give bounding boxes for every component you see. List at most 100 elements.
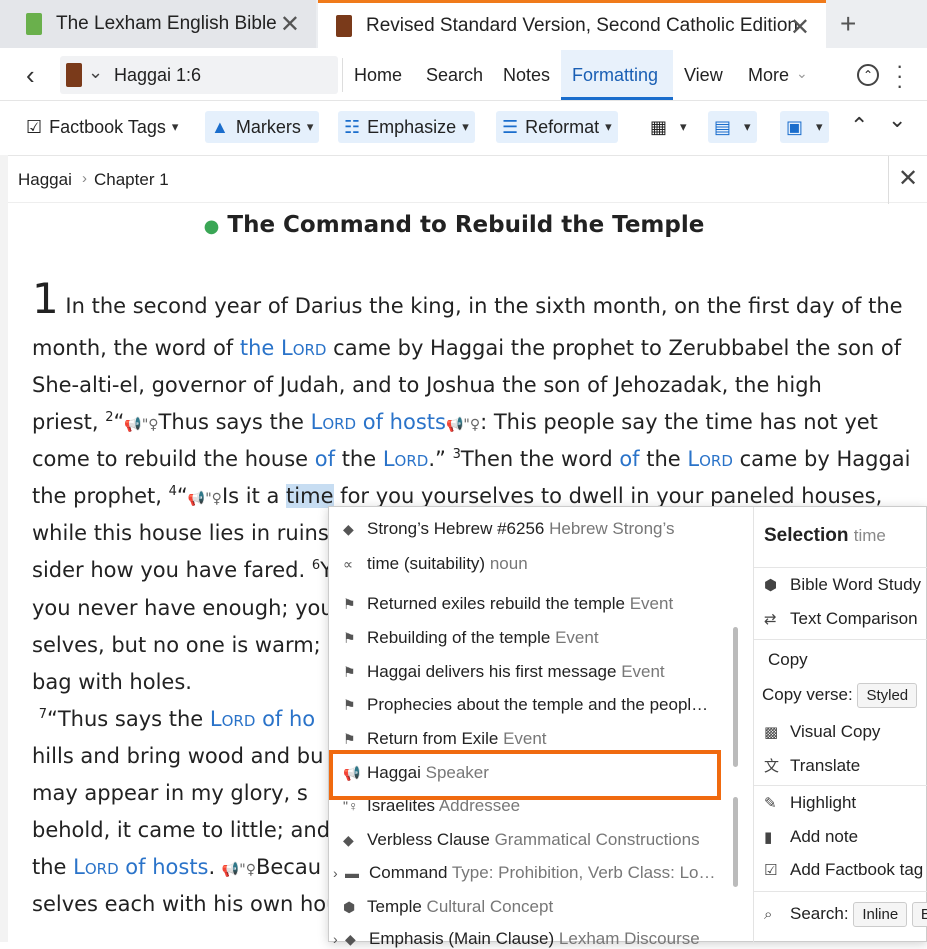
- chevron-right-icon[interactable]: ›: [333, 931, 345, 947]
- chevron-up-icon[interactable]: ⌃: [850, 113, 868, 139]
- translate-button[interactable]: 文 Translate: [764, 755, 860, 776]
- tab-label: Revised Standard Version, Second Catholi…: [366, 14, 798, 36]
- visual-copy-button[interactable]: ▩ Visual Copy: [764, 722, 880, 742]
- tab-lexham[interactable]: The Lexham English Bible ✕: [0, 0, 316, 48]
- factbook-tags-label: Factbook Tags: [49, 116, 166, 137]
- kebab-menu-icon[interactable]: · · ·: [896, 55, 903, 97]
- flag-icon: ⚑: [343, 731, 356, 747]
- chevron-down-icon: ▾: [680, 119, 687, 134]
- popup-item-event[interactable]: ⚑ Haggai delivers his first message Event: [343, 662, 665, 682]
- bookmark-button[interactable]: ▤ ▾: [708, 111, 757, 143]
- menu-formatting[interactable]: Formatting: [561, 50, 673, 100]
- reference-box[interactable]: ⌄ Haggai 1:6: [60, 56, 338, 94]
- section-title: ● The Command to Rebuild the Temple: [22, 212, 886, 238]
- flag-icon: ⚑: [343, 697, 356, 713]
- close-icon[interactable]: ✕: [888, 156, 927, 204]
- book-icon: [26, 13, 42, 35]
- selected-word[interactable]: time: [286, 484, 334, 508]
- text-comparison-button[interactable]: ⇄ Text Comparison: [764, 609, 918, 629]
- add-note-button[interactable]: ▮ Add note: [764, 827, 858, 847]
- document-button[interactable]: ▣ ▾: [780, 111, 829, 143]
- lightbulb-icon: ●: [203, 216, 220, 237]
- chevron-right-icon[interactable]: ›: [333, 865, 345, 881]
- bookmark-icon: ▤: [714, 116, 732, 137]
- bible-word-study-button[interactable]: ⬢ Bible Word Study: [764, 575, 921, 595]
- verse-line: hills and bring wood and bu: [32, 744, 324, 768]
- b-button[interactable]: B: [911, 902, 927, 927]
- styled-button[interactable]: Styled: [857, 683, 918, 708]
- shield-icon: ⬢: [764, 577, 778, 594]
- reformat-button[interactable]: ☰ Reformat ▾: [496, 111, 618, 143]
- chevron-down-icon: ▾: [605, 119, 612, 134]
- popup-item-command[interactable]: › ▬ Command Type: Prohibition, Verb Class:…: [333, 863, 715, 883]
- tab-label: The Lexham English Bible: [56, 13, 277, 34]
- shield-icon: ⬢: [343, 899, 356, 915]
- markers-button[interactable]: ▲ Markers ▾: [205, 111, 320, 143]
- diamond-icon: ◆: [343, 521, 354, 537]
- scrollbar[interactable]: [733, 627, 738, 767]
- popup-item-list: ◆ Strong’s Hebrew #6256 Hebrew Strong’s ∝…: [329, 507, 749, 948]
- scrollbar[interactable]: [733, 797, 738, 887]
- calendar-button[interactable]: ▦ ▾: [644, 111, 693, 143]
- menu-notes[interactable]: Notes: [503, 65, 550, 86]
- breadcrumb-book[interactable]: Haggai: [18, 170, 72, 190]
- tab-bar: The Lexham English Bible ✕ Revised Stand…: [0, 0, 927, 48]
- popup-item-event[interactable]: ⚑ Rebuilding of the temple Event: [343, 628, 599, 648]
- image-icon: ▩: [764, 724, 779, 741]
- verse-line: the prophet, 4“📢"♀Is it a time for you y…: [32, 484, 883, 508]
- flag-icon: ⚑: [343, 664, 356, 680]
- menu-home[interactable]: Home: [354, 65, 402, 86]
- emphasize-label: Emphasize: [367, 116, 457, 137]
- plus-icon[interactable]: +: [840, 8, 856, 40]
- factbook-tags-button[interactable]: ☑ Factbook Tags ▾: [20, 111, 184, 143]
- popup-item-lemma[interactable]: ∝ time (suitability) noun: [343, 554, 528, 574]
- chevron-down-icon: ▾: [816, 119, 823, 134]
- divider: [754, 891, 927, 892]
- lemma-icon: ∝: [343, 556, 354, 572]
- chevron-down-icon: ▾: [462, 119, 469, 134]
- checkbox-icon: ☑: [764, 862, 778, 879]
- swap-icon: ⇄: [764, 611, 777, 628]
- emphasize-icon: ☷: [344, 116, 361, 137]
- popup-item-discourse[interactable]: › ◆ Emphasis (Main Clause) Lexham Discours…: [333, 929, 700, 949]
- chevron-down-icon[interactable]: ⌄: [888, 107, 906, 133]
- popup-item-strongs[interactable]: ◆ Strong’s Hebrew #6256 Hebrew Strong’s: [343, 519, 674, 539]
- verse-line: the Lord of hosts. 📢"♀Becau: [32, 855, 322, 879]
- close-icon[interactable]: ✕: [280, 10, 300, 39]
- verse-line: sider how you have fared. 6Y: [32, 558, 333, 582]
- inline-button[interactable]: Inline: [853, 902, 908, 927]
- reference-text[interactable]: Haggai 1:6: [114, 65, 201, 86]
- verse-line: while this house lies in ruins?: [32, 521, 340, 545]
- popup-item-event[interactable]: ⚑ Prophecies about the temple and the peo…: [343, 695, 708, 715]
- highlight-button[interactable]: ✎ Highlight: [764, 793, 856, 813]
- close-icon[interactable]: ✕: [790, 13, 810, 42]
- divider: [342, 58, 343, 92]
- copy-button[interactable]: Copy: [768, 650, 808, 670]
- menu-more[interactable]: More: [748, 65, 789, 86]
- diamond-icon: ◆: [345, 931, 356, 947]
- verse-line: She-alti-el, governor of Judah, and to J…: [32, 373, 822, 397]
- left-edge: [0, 155, 8, 942]
- section-title-text: The Command to Rebuild the Temple: [227, 212, 705, 238]
- add-factbook-tag-button[interactable]: ☑ Add Factbook tag: [764, 860, 923, 880]
- popup-item-event[interactable]: ⚑ Return from Exile Event: [343, 729, 547, 749]
- breadcrumb-chapter[interactable]: Chapter 1: [94, 170, 169, 190]
- tab-rsv[interactable]: Revised Standard Version, Second Catholi…: [318, 0, 826, 48]
- chevron-down-icon[interactable]: ⌄: [796, 65, 808, 82]
- menu-view[interactable]: View: [684, 65, 723, 86]
- popup-item-construction[interactable]: ◆ Verbless Clause Grammatical Constructio…: [343, 830, 700, 850]
- verse-line: priest, 2“📢"♀Thus says the Lord of hosts…: [32, 410, 878, 434]
- emphasize-button[interactable]: ☷ Emphasize ▾: [338, 111, 475, 143]
- highlighter-icon: ✎: [764, 795, 777, 812]
- popup-item-concept[interactable]: ⬢ Temple Cultural Concept: [343, 897, 553, 917]
- diamond-icon: ◆: [343, 832, 354, 848]
- popup-item-event[interactable]: ⚑ Returned exiles rebuild the temple Even…: [343, 594, 673, 614]
- back-arrow-icon[interactable]: ‹: [26, 60, 35, 91]
- chevron-down-icon[interactable]: ⌄: [88, 62, 103, 83]
- collapse-icon[interactable]: ⌃: [857, 64, 879, 86]
- book-icon: [66, 63, 82, 87]
- menu-search[interactable]: Search: [426, 65, 483, 86]
- flag-icon: ⚑: [343, 630, 356, 646]
- verse-line: come to rebuild the house of the Lord.” …: [32, 447, 911, 471]
- selection-heading: Selection time: [764, 525, 886, 546]
